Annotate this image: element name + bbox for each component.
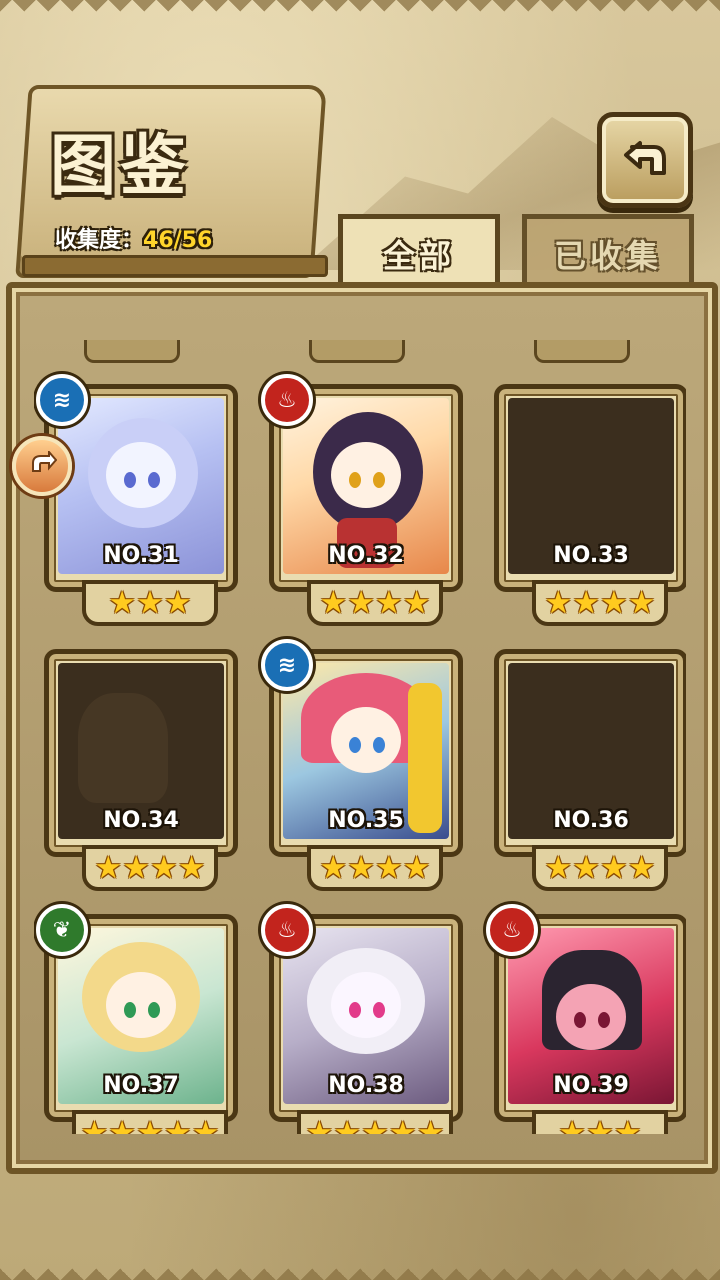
star-icon: ★: [402, 585, 431, 621]
card-number: NO.34: [103, 808, 179, 833]
star-icon: ★: [613, 1115, 642, 1134]
star-rating: ★ ★ ★ ★: [532, 580, 668, 626]
star-rating: ★ ★ ★ ★ ★: [72, 1110, 228, 1134]
star-icon: ★: [347, 585, 375, 621]
card-37[interactable]: NO.37 ★ ★ ★ ★ ★ ❦: [36, 904, 240, 1134]
card-39[interactable]: NO.39 ★ ★ ★ ♨: [486, 904, 686, 1134]
star-icon: ★: [136, 1115, 164, 1134]
card-number: NO.32: [328, 543, 404, 568]
card-32[interactable]: NO.32 ★ ★ ★ ★ ♨: [261, 374, 465, 626]
collection-panel[interactable]: NO.31 ★ ★ ★ ≋ NO.32 ★ ★ ★ ★ ♨ NO.33 ★ ★ …: [6, 282, 718, 1174]
card-number: NO.39: [553, 1073, 629, 1098]
top-border: [0, 0, 720, 22]
character-portrait: NO.31: [58, 398, 224, 574]
side-arrow-button[interactable]: [12, 436, 72, 496]
star-icon: ★: [305, 1115, 334, 1134]
star-icon: ★: [586, 1115, 614, 1134]
locked-portrait: NO.34: [58, 663, 224, 839]
partial-stars: [309, 340, 405, 363]
star-rating: ★ ★ ★ ★ ★: [297, 1110, 453, 1134]
star-icon: ★: [388, 1115, 417, 1134]
star-icon: ★: [627, 585, 656, 621]
tab-all-label: 全部: [382, 237, 455, 275]
star-icon: ★: [572, 850, 600, 886]
star-icon: ★: [136, 585, 164, 621]
card-36[interactable]: NO.36 ★ ★ ★ ★: [494, 649, 686, 891]
rotate-arrow-icon: [32, 451, 57, 472]
star-icon: ★: [163, 585, 192, 621]
star-icon: ★: [600, 850, 628, 886]
collection-progress: 收集度：46/56: [55, 222, 212, 254]
collection-label: 收集度：: [55, 228, 144, 253]
character-portrait: NO.37: [58, 928, 224, 1104]
card-number: NO.31: [103, 543, 179, 568]
star-icon: ★: [375, 585, 403, 621]
star-icon: ★: [333, 1115, 362, 1134]
partial-stars: [84, 340, 180, 363]
star-icon: ★: [347, 850, 375, 886]
star-rating: ★ ★ ★: [82, 580, 218, 626]
character-portrait: NO.35: [283, 663, 449, 839]
card-number: NO.37: [103, 1073, 179, 1098]
character-portrait: NO.32: [283, 398, 449, 574]
star-icon: ★: [544, 850, 573, 886]
star-icon: ★: [80, 1115, 109, 1134]
star-icon: ★: [361, 1115, 389, 1134]
star-rating: ★ ★ ★ ★: [307, 845, 443, 891]
locked-portrait: NO.36: [508, 663, 674, 839]
tab-collected-label: 已收集: [553, 237, 662, 275]
card-grid[interactable]: NO.31 ★ ★ ★ ≋ NO.32 ★ ★ ★ ★ ♨ NO.33 ★ ★ …: [34, 314, 686, 1134]
star-icon: ★: [558, 1115, 587, 1134]
star-icon: ★: [416, 1115, 445, 1134]
star-icon: ★: [177, 850, 206, 886]
star-rating: ★ ★ ★: [532, 1110, 668, 1134]
star-icon: ★: [627, 850, 656, 886]
star-icon: ★: [94, 850, 123, 886]
tab-all[interactable]: 全部: [338, 214, 500, 289]
star-rating: ★ ★ ★ ★: [532, 845, 668, 891]
star-icon: ★: [319, 850, 348, 886]
fire-element-icon: ♨: [486, 904, 538, 956]
tab-collected[interactable]: 已收集: [522, 214, 694, 289]
leaf-element-icon: ❦: [36, 904, 88, 956]
page-title: 图鉴: [50, 127, 190, 204]
star-icon: ★: [108, 1115, 137, 1134]
card-number: NO.38: [328, 1073, 404, 1098]
star-icon: ★: [572, 585, 600, 621]
bottom-border: [0, 1258, 720, 1280]
book-spine: [22, 255, 328, 277]
water-element-icon: ≋: [261, 639, 313, 691]
star-icon: ★: [600, 585, 628, 621]
card-number: NO.35: [328, 808, 404, 833]
back-arrow-icon: [624, 141, 666, 175]
card-35[interactable]: NO.35 ★ ★ ★ ★ ≋: [261, 639, 465, 891]
card-number: NO.36: [553, 808, 629, 833]
fire-element-icon: ♨: [261, 904, 313, 956]
back-button[interactable]: [597, 112, 693, 208]
star-icon: ★: [150, 850, 178, 886]
star-icon: ★: [108, 585, 137, 621]
card-33[interactable]: NO.33 ★ ★ ★ ★: [494, 384, 686, 626]
collection-value: 46/56: [143, 228, 213, 253]
locked-portrait: NO.33: [508, 398, 674, 574]
card-34[interactable]: NO.34 ★ ★ ★ ★: [44, 649, 240, 891]
star-icon: ★: [544, 585, 573, 621]
star-rating: ★ ★ ★ ★: [307, 580, 443, 626]
partial-stars: [534, 340, 630, 363]
star-icon: ★: [163, 1115, 192, 1134]
character-portrait: NO.38: [283, 928, 449, 1104]
star-rating: ★ ★ ★ ★: [82, 845, 218, 891]
card-31[interactable]: NO.31 ★ ★ ★ ≋: [36, 374, 240, 626]
star-icon: ★: [375, 850, 403, 886]
star-icon: ★: [319, 585, 348, 621]
previous-row-peek: [34, 340, 686, 363]
card-38[interactable]: NO.38 ★ ★ ★ ★ ★ ♨: [261, 904, 465, 1134]
character-portrait: NO.39: [508, 928, 674, 1104]
water-element-icon: ≋: [36, 374, 88, 426]
fire-element-icon: ♨: [261, 374, 313, 426]
star-icon: ★: [191, 1115, 220, 1134]
star-icon: ★: [122, 850, 150, 886]
card-number: NO.33: [553, 543, 629, 568]
star-icon: ★: [402, 850, 431, 886]
